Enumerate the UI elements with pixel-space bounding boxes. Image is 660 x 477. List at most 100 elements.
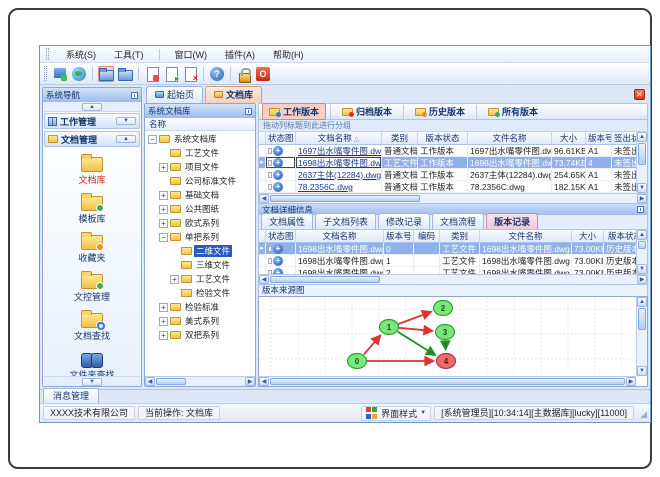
- table-cell[interactable]: 78.2356C.dwg: [468, 181, 552, 193]
- table-cell[interactable]: 工艺文件: [440, 267, 480, 274]
- toolbar-grip[interactable]: [44, 66, 47, 81]
- table-cell[interactable]: 1698出水嘴零件图.dwg: [296, 243, 384, 255]
- status-icon-cell[interactable]: +: [266, 145, 296, 157]
- scroll-thumb[interactable]: [638, 308, 646, 330]
- message-management-tab[interactable]: 消息管理: [43, 388, 100, 403]
- scroll-right-icon[interactable]: ▶: [245, 377, 255, 386]
- scroll-thumb[interactable]: [270, 276, 380, 283]
- status-icon-cell[interactable]: +: [266, 169, 296, 181]
- sidebar-overflow-strip[interactable]: ▼: [43, 376, 141, 386]
- version-button-3[interactable]: 历史版本: [408, 103, 472, 120]
- table-cell[interactable]: 1698出水嘴零件图.dwg: [296, 157, 382, 169]
- version-button-1[interactable]: 工作版本: [262, 103, 327, 120]
- detail-tab-3[interactable]: 修改记录: [378, 213, 431, 229]
- table-cell[interactable]: 1698出水嘴零件图.dwg: [480, 243, 572, 255]
- table-cell[interactable]: 1697出水嘴零件图.dwg: [296, 145, 382, 157]
- graph-hscrollbar[interactable]: ◀ ▶: [259, 376, 636, 386]
- status-icon-cell[interactable]: +: [266, 181, 296, 193]
- tree-expander-minus[interactable]: −: [159, 232, 168, 242]
- table-vscrollbar[interactable]: ▲ ▼: [636, 230, 647, 274]
- column-header[interactable]: 版本状态: [418, 132, 468, 145]
- table-cell[interactable]: A1: [586, 145, 612, 157]
- table-hscrollbar[interactable]: ◀ ▶: [258, 193, 648, 203]
- column-header[interactable]: 版本号: [384, 230, 414, 243]
- table-cell[interactable]: 工作版本: [418, 169, 468, 181]
- table-cell[interactable]: A1: [586, 181, 612, 193]
- table-cell[interactable]: 1698出水嘴零件图.dwg: [480, 255, 572, 267]
- help-icon[interactable]: [209, 66, 225, 82]
- tree-item[interactable]: − 系统文档库: [145, 132, 255, 146]
- table-cell[interactable]: 78.2356C.dwg: [296, 181, 382, 193]
- column-header[interactable]: 大小: [572, 230, 604, 243]
- row-selector[interactable]: ▸: [259, 157, 266, 169]
- table-row[interactable]: ▸ +1698出水嘴零件图.dwg 工艺文件 工作版本 1698出水嘴零件图.dwg 73…: [259, 157, 647, 169]
- sidebar-item-binoculars[interactable]: 文件夹查找: [43, 348, 141, 376]
- tree-item[interactable]: 工艺文件: [145, 146, 255, 160]
- sidebar-collapse-strip[interactable]: ▲: [43, 102, 141, 112]
- folder-open-icon[interactable]: [98, 65, 114, 82]
- chevron-up-icon[interactable]: ▲: [82, 102, 102, 111]
- table-cell[interactable]: 254.65KB: [552, 169, 586, 181]
- detail-tab-2[interactable]: 子文档列表: [315, 213, 377, 229]
- tree-item[interactable]: + 双把系列: [145, 328, 255, 342]
- table-cell[interactable]: 1698出水嘴零件图.dwg: [468, 157, 552, 169]
- tree-item[interactable]: 三维文件: [145, 258, 255, 272]
- status-icon-cell[interactable]: +: [266, 267, 296, 274]
- scroll-left-icon[interactable]: ◀: [259, 275, 269, 284]
- tree-item[interactable]: − 单把系列: [145, 230, 255, 244]
- tree-item[interactable]: 二维文件: [145, 244, 255, 258]
- table-cell[interactable]: 2637主体(12284).dwg: [468, 169, 552, 181]
- table-cell[interactable]: 工艺文件: [440, 243, 480, 255]
- row-selector[interactable]: [259, 181, 266, 193]
- doc-out-icon[interactable]: [163, 66, 179, 83]
- table-vscrollbar[interactable]: ▲ ▼: [636, 132, 647, 193]
- sidebar-item-folder-favorites[interactable]: 收藏夹: [43, 231, 141, 264]
- menu-item[interactable]: 窗口(W): [172, 47, 211, 62]
- row-selector[interactable]: [259, 145, 266, 157]
- column-header[interactable]: 文档名称: [296, 230, 384, 243]
- table-cell[interactable]: 1698出水嘴零件图.dwg: [480, 267, 572, 274]
- tree-item[interactable]: + 欧式系列: [145, 216, 255, 230]
- table-cell[interactable]: 普通文档: [382, 169, 418, 181]
- column-header[interactable]: 类别: [440, 230, 480, 243]
- menu-item[interactable]: 插件(A): [222, 47, 258, 62]
- resize-grip[interactable]: [637, 406, 647, 420]
- row-selector[interactable]: [259, 267, 266, 274]
- chevron-down-icon[interactable]: ▼: [116, 117, 136, 125]
- table-cell[interactable]: 4: [586, 157, 612, 169]
- graph-vscrollbar[interactable]: ▲ ▼: [636, 297, 647, 376]
- tree-item[interactable]: + 项目文件: [145, 160, 255, 174]
- version-graph[interactable]: 0 1 2 3 4 ▲ ▼ ◀ ▶: [258, 296, 648, 387]
- scroll-left-icon[interactable]: ◀: [259, 377, 269, 386]
- sidebar-section-work[interactable]: 工作管理 ▼: [44, 113, 140, 129]
- table-hscrollbar[interactable]: ◀ ▶: [258, 274, 648, 284]
- scroll-thumb[interactable]: [156, 378, 186, 385]
- version-graph-canvas[interactable]: 0 1 2 3 4: [259, 297, 629, 374]
- menu-item[interactable]: 帮助(H): [270, 47, 307, 62]
- tree-expander-plus[interactable]: +: [159, 302, 168, 312]
- table-row[interactable]: +78.2356C.dwg 普通文档 工作版本 78.2356C.dwg 182.15K…: [259, 181, 647, 193]
- doc-delete-icon[interactable]: [182, 66, 198, 83]
- table-cell[interactable]: 1: [384, 255, 414, 267]
- sidebar-item-doc-search[interactable]: 文档查找: [43, 309, 141, 342]
- tree-expander-plus[interactable]: +: [159, 316, 168, 326]
- menu-item[interactable]: 工具(T): [111, 47, 147, 62]
- scroll-right-icon[interactable]: ▶: [637, 275, 647, 284]
- folder-view-icon[interactable]: [117, 66, 133, 82]
- scroll-thumb[interactable]: [638, 143, 646, 165]
- scroll-down-icon[interactable]: ▼: [637, 183, 647, 193]
- power-icon[interactable]: [255, 66, 271, 82]
- group-by-bar[interactable]: 拖动列标题到此进行分组: [258, 120, 648, 132]
- column-header[interactable]: 文件名称: [468, 132, 552, 145]
- table-cell[interactable]: [414, 243, 440, 255]
- sidebar-section-docs[interactable]: 文档管理 ▲: [44, 131, 140, 147]
- table-row[interactable]: +2637主体(12284).dwg 普通文档 工作版本 2637主体(12284).…: [259, 169, 647, 181]
- tree-expander-plus[interactable]: +: [159, 190, 168, 200]
- scroll-left-icon[interactable]: ◀: [259, 194, 269, 203]
- table-cell[interactable]: 1698出水嘴零件图.dwg: [296, 255, 384, 267]
- status-icon-cell[interactable]: +: [266, 255, 296, 267]
- display-icon[interactable]: [52, 66, 68, 82]
- table-cell[interactable]: 73.74KB: [552, 157, 586, 169]
- scroll-up-icon[interactable]: ▲: [637, 297, 647, 307]
- table-row[interactable]: +1698出水嘴零件图.dwg 1 工艺文件 1698出水嘴零件图.dwg 73.00K…: [259, 255, 647, 267]
